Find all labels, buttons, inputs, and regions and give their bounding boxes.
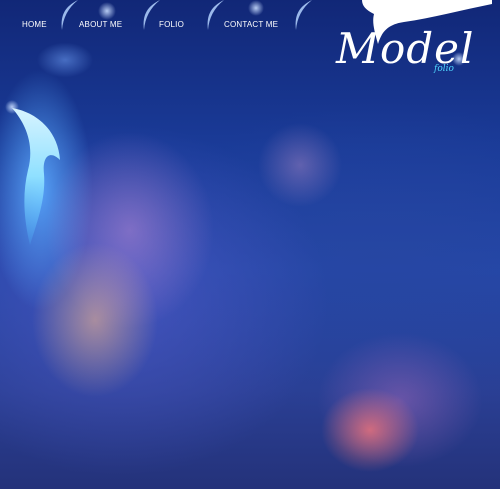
nav-item-about-me[interactable]: ABOUT ME [79, 20, 122, 29]
swoosh-icon [61, 0, 78, 30]
site-logo[interactable]: Model folio [336, 28, 486, 88]
page-background: HOME ABOUT ME FOLIO CONTACT ME Model fol… [0, 0, 500, 489]
swoosh-icon [295, 0, 312, 30]
logo-sub-text: folio [434, 64, 454, 74]
nav-item-home[interactable]: HOME [22, 20, 47, 29]
swoosh-icon [207, 0, 224, 30]
glow-swoosh-icon [12, 108, 60, 245]
nav-item-folio[interactable]: FOLIO [159, 20, 184, 29]
nav-item-contact-me[interactable]: CONTACT ME [224, 20, 278, 29]
